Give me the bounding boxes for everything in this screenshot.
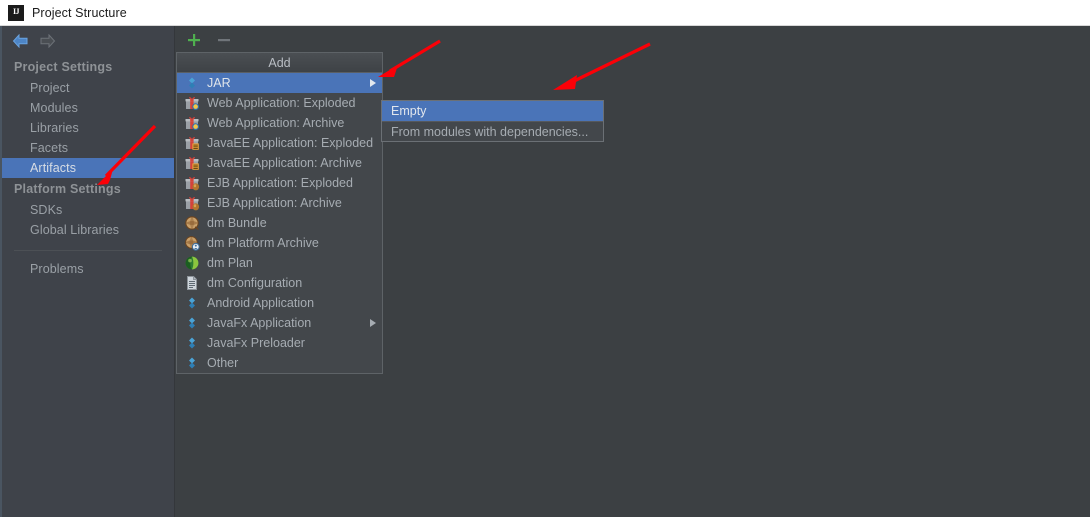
gift-box-web-icon [184,115,200,131]
menu-item-dm-bundle[interactable]: dm Bundle [177,213,382,233]
menu-item-dm-plan[interactable]: dm Plan [177,253,382,273]
menu-item-ejb-application-archive[interactable]: EJB Application: Archive [177,193,382,213]
globe-green-icon [184,255,200,271]
gift-box-web-icon [184,95,200,111]
sidebar-item-project[interactable]: Project [2,78,174,98]
menu-item-dm-configuration[interactable]: dm Configuration [177,273,382,293]
menu-item-label: JavaFx Preloader [207,336,305,350]
menu-item-other[interactable]: Other [177,353,382,373]
document-icon [184,275,200,291]
window-title: Project Structure [32,5,127,20]
sidebar-item-artifacts[interactable]: Artifacts [2,158,174,178]
jar-submenu: Empty From modules with dependencies... [381,100,604,142]
menu-item-android-application[interactable]: Android Application [177,293,382,313]
menu-item-web-application-exploded[interactable]: Web Application: Exploded [177,93,382,113]
artifacts-toolbar [176,26,1090,54]
intellij-idea-icon: IJ [8,4,24,21]
sidebar-navigation-bar [2,26,174,56]
gift-box-ejb-icon [184,175,200,191]
add-artifact-menu: Add JAR Web Application: Exploded Web Ap… [176,52,383,374]
chevron-right-icon [370,319,376,327]
sidebar-item-libraries[interactable]: Libraries [2,118,174,138]
project-structure-window: IJ Project Structure Project Settings Pr… [0,0,1090,517]
menu-item-label: dm Plan [207,256,253,270]
chevron-right-icon [370,79,376,87]
menu-item-label: JavaEE Application: Archive [207,156,362,170]
diamond-blue-icon [184,355,200,371]
menu-item-dm-platform-archive[interactable]: dm Platform Archive [177,233,382,253]
settings-sidebar: Project Settings Project Modules Librari… [2,26,175,517]
sidebar-item-sdks[interactable]: SDKs [2,200,174,220]
arrow-left-icon[interactable] [12,34,29,48]
window-body: Project Settings Project Modules Librari… [0,26,1090,517]
sphere-brown-icon [184,215,200,231]
arrow-right-icon[interactable] [39,34,56,48]
sidebar-item-modules[interactable]: Modules [2,98,174,118]
gift-box-javaee-icon [184,155,200,171]
logo-text: IJ [10,6,22,19]
diamond-blue-icon [184,75,200,91]
sidebar-group-platform-settings: Platform Settings [14,182,121,196]
menu-item-label: JavaEE Application: Exploded [207,136,374,150]
menu-item-jar[interactable]: JAR [177,73,382,93]
menu-item-label: EJB Application: Exploded [207,176,353,190]
menu-item-web-application-archive[interactable]: Web Application: Archive [177,113,382,133]
diamond-blue-icon [184,335,200,351]
gift-box-ejb-icon [184,195,200,211]
gift-box-javaee-icon [184,135,200,151]
add-menu-header: Add [177,53,382,73]
submenu-item-empty[interactable]: Empty [382,101,603,121]
menu-item-label: Web Application: Exploded [207,96,356,110]
sidebar-group-project-settings: Project Settings [14,60,113,74]
plus-icon[interactable] [186,32,202,48]
menu-item-label: Android Application [207,296,315,310]
minus-icon [216,32,232,48]
menu-item-javaee-application-archive[interactable]: JavaEE Application: Archive [177,153,382,173]
menu-item-label: Other [207,356,239,370]
sidebar-item-problems[interactable]: Problems [2,259,174,279]
diamond-blue-icon [184,315,200,331]
sidebar-item-facets[interactable]: Facets [2,138,174,158]
submenu-item-from-modules-with-dependencies[interactable]: From modules with dependencies... [382,121,603,141]
menu-item-javafx-preloader[interactable]: JavaFx Preloader [177,333,382,353]
menu-item-label: dm Configuration [207,276,303,290]
menu-item-label: Web Application: Archive [207,116,345,130]
menu-item-label: JAR [207,76,231,90]
diamond-blue-icon [184,295,200,311]
window-titlebar: IJ Project Structure [0,0,1090,26]
sidebar-item-global-libraries[interactable]: Global Libraries [2,220,174,240]
sidebar-divider [14,250,162,251]
menu-item-javafx-application[interactable]: JavaFx Application [177,313,382,333]
sphere-brown-badge-icon [184,235,200,251]
menu-item-label: EJB Application: Archive [207,196,342,210]
menu-item-label: dm Platform Archive [207,236,319,250]
menu-item-label: dm Bundle [207,216,267,230]
menu-item-javaee-application-exploded[interactable]: JavaEE Application: Exploded [177,133,382,153]
menu-item-ejb-application-exploded[interactable]: EJB Application: Exploded [177,173,382,193]
menu-item-label: JavaFx Application [207,316,312,330]
